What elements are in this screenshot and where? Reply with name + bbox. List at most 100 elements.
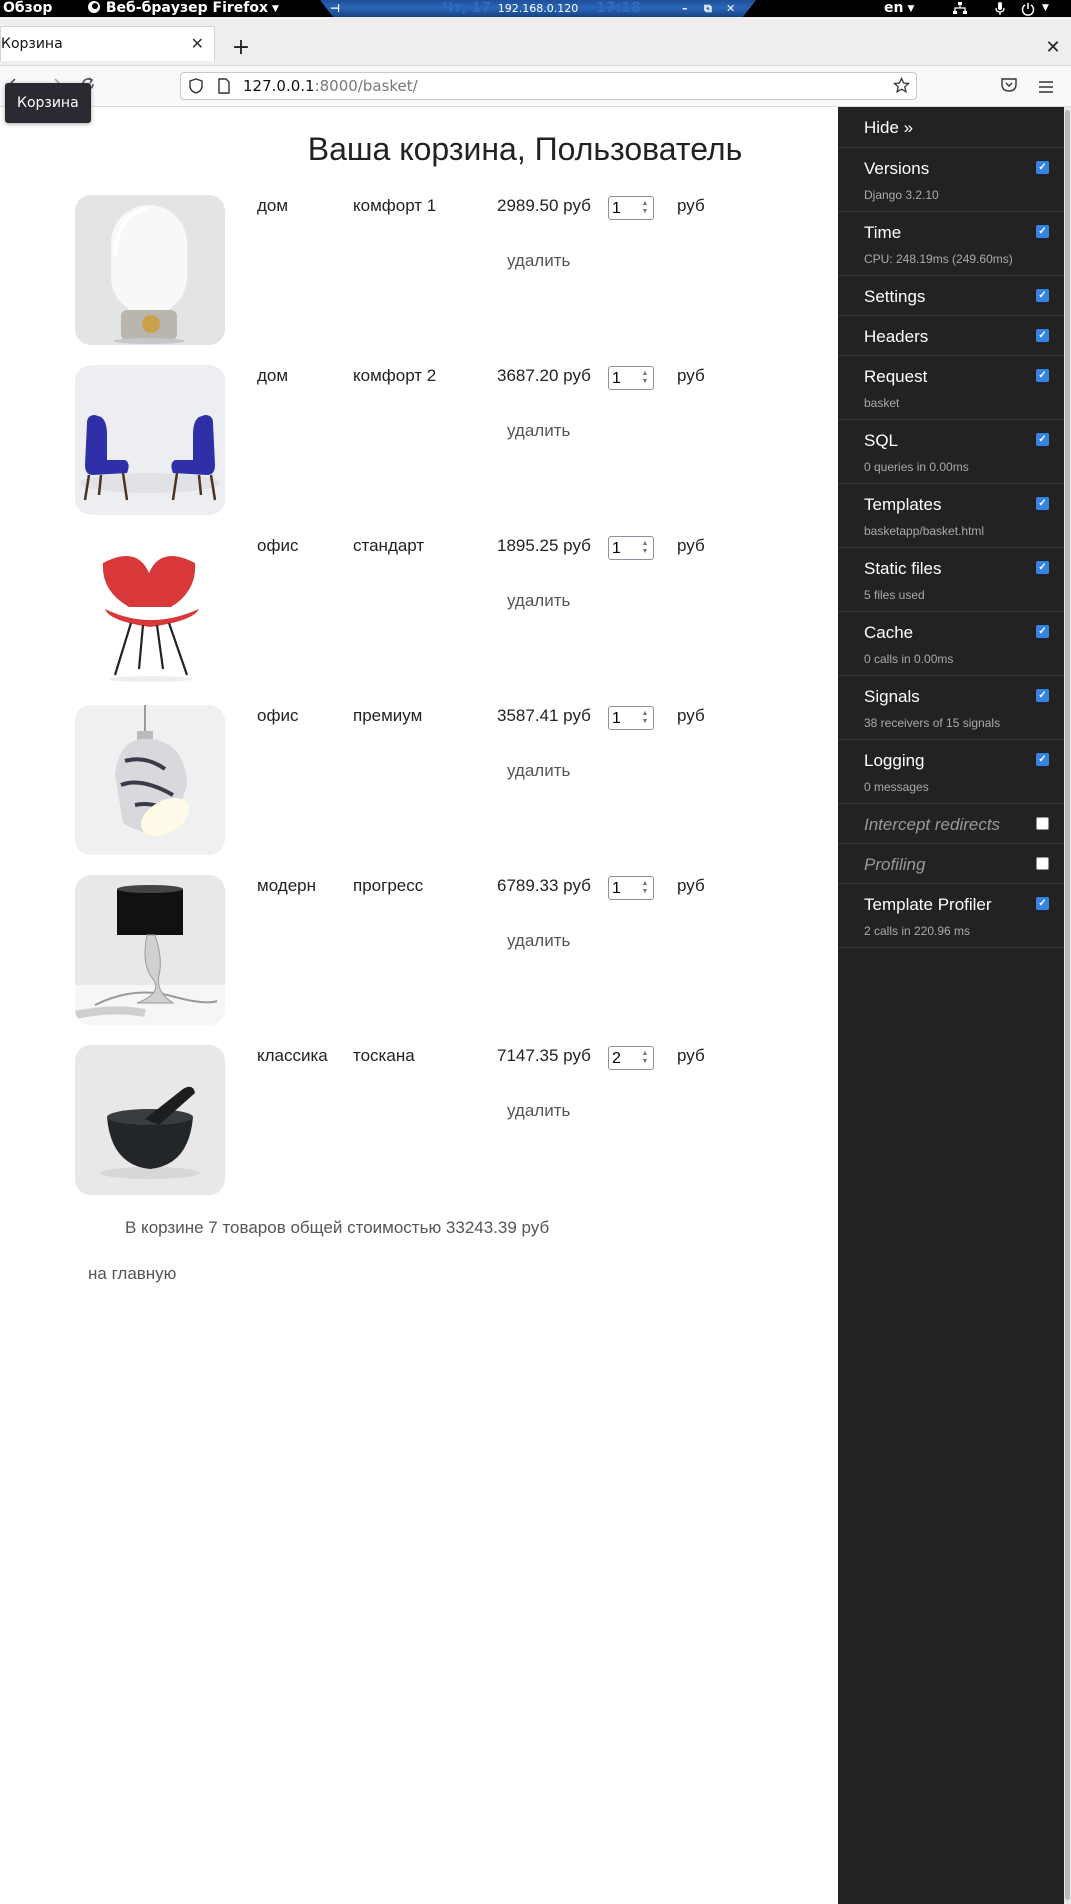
page-icon[interactable] [218,78,230,98]
language-selector[interactable]: en ▼ [884,0,914,18]
debug-toolbar: Hide » Versions Django 3.2.10 ✓ Time CPU… [838,107,1064,1904]
remove-link[interactable]: удалить [507,761,570,781]
remove-link[interactable]: удалить [507,251,570,271]
panel-subtitle: CPU: 248.19ms (249.60ms) [864,252,1013,266]
item-currency: руб [677,706,705,725]
panel-versions[interactable]: Versions Django 3.2.10 ✓ [838,148,1064,212]
url-bar[interactable]: 127.0.0.1:8000/basket/ [180,72,917,100]
panel-checkbox[interactable]: ✓ [1036,561,1049,574]
quantity-value: 1 [612,540,621,557]
item-name: стандарт [353,536,425,555]
panel-checkbox[interactable]: ✓ [1036,897,1049,910]
panel-time[interactable]: Time CPU: 248.19ms (249.60ms) ✓ [838,212,1064,276]
product-image [75,535,225,685]
quantity-stepper[interactable]: 1 ▲ ▼ [608,706,654,730]
panel-intercept-redirects[interactable]: Intercept redirects [838,804,1064,844]
app-menu-button[interactable]: Веб-браузер Firefox ▼ [87,0,279,18]
item-category: офис [257,706,299,725]
item-price: 2989.50 руб [497,196,591,215]
panel-profiling[interactable]: Profiling [838,844,1064,884]
panel-checkbox[interactable]: ✓ [1036,329,1049,342]
panel-subtitle: Django 3.2.10 [864,188,939,202]
remove-link[interactable]: удалить [507,421,570,441]
network-icon[interactable] [950,0,970,17]
panel-checkbox[interactable]: ✓ [1036,161,1049,174]
tab-title: Корзина [1,36,63,52]
panel-subtitle: 0 calls in 0.00ms [864,652,954,666]
clock-ghost-right: 17:18 [596,0,641,16]
minimize-icon[interactable]: – [682,0,688,17]
panel-checkbox[interactable]: ✓ [1036,625,1049,638]
url-text[interactable]: 127.0.0.1:8000/basket/ [243,73,418,99]
page-scrollbar[interactable] [1064,107,1071,1904]
quantity-stepper[interactable]: 2 ▲ ▼ [608,1046,654,1070]
product-image [75,195,225,345]
tab-basket[interactable]: Корзина ✕ [0,26,215,61]
panel-templates[interactable]: Templates basketapp/basket.html ✓ [838,484,1064,548]
scrollbar-thumb[interactable] [1065,110,1070,1900]
item-currency: руб [677,1046,705,1065]
spinner-arrows-icon[interactable]: ▲ ▼ [641,200,649,216]
panel-checkbox[interactable]: ✓ [1036,433,1049,446]
item-currency: руб [677,876,705,895]
language-label: en [884,0,904,16]
quantity-stepper[interactable]: 1 ▲ ▼ [608,196,654,220]
activities-button[interactable]: Обзор [3,0,52,17]
tab-close-icon[interactable]: ✕ [191,27,204,61]
basket-item: офис стандарт 1895.25 руб 1 ▲ ▼ руб удалит… [75,535,795,687]
panel-checkbox[interactable]: ✓ [1036,689,1049,702]
spinner-arrows-icon[interactable]: ▲ ▼ [641,880,649,896]
panel-sql[interactable]: SQL 0 queries in 0.00ms ✓ [838,420,1064,484]
panel-checkbox[interactable]: ✓ [1036,497,1049,510]
panel-subtitle: basketapp/basket.html [864,524,985,538]
product-image [75,875,225,1025]
spinner-arrows-icon[interactable]: ▲ ▼ [641,1050,649,1066]
panel-logging[interactable]: Logging 0 messages ✓ [838,740,1064,804]
panel-checkbox[interactable]: ✓ [1036,753,1049,766]
panel-title: Template Profiler [864,895,992,914]
spinner-arrows-icon[interactable]: ▲ ▼ [641,710,649,726]
panel-checkbox[interactable] [1036,817,1049,830]
item-price: 3687.20 руб [497,366,591,385]
panel-checkbox[interactable] [1036,857,1049,870]
new-tab-button[interactable]: + [227,34,255,62]
close-icon[interactable]: ✕ [726,0,735,17]
spinner-arrows-icon[interactable]: ▲ ▼ [641,540,649,556]
panel-headers[interactable]: Headers ✓ [838,316,1064,356]
menu-icon[interactable] [1039,78,1053,97]
window-close-button[interactable]: ✕ [1043,34,1063,62]
bookmark-star-icon[interactable] [892,76,911,98]
power-icon[interactable] [1018,0,1038,17]
quantity-value: 1 [612,370,621,387]
microphone-icon[interactable] [990,0,1010,17]
pocket-icon[interactable] [1001,77,1017,96]
panel-request[interactable]: Request basket ✓ [838,356,1064,420]
panel-template-profiler[interactable]: Template Profiler 2 calls in 220.96 ms ✓ [838,884,1064,948]
panel-static-files[interactable]: Static files 5 files used ✓ [838,548,1064,612]
chevron-down-icon[interactable]: ▼ [1042,0,1049,17]
remove-link[interactable]: удалить [507,591,570,611]
chevron-down-icon: ▼ [272,4,279,14]
panel-checkbox[interactable]: ✓ [1036,225,1049,238]
panel-title: Cache [864,623,914,642]
panel-signals[interactable]: Signals 38 receivers of 15 signals ✓ [838,676,1064,740]
quantity-stepper[interactable]: 1 ▲ ▼ [608,536,654,560]
panel-title: Time [864,223,902,242]
quantity-stepper[interactable]: 1 ▲ ▼ [608,366,654,390]
shield-icon[interactable] [189,78,203,98]
hide-toolbar-button[interactable]: Hide » [838,107,1064,148]
item-price: 7147.35 руб [497,1046,591,1065]
panel-settings[interactable]: Settings ✓ [838,276,1064,316]
spinner-arrows-icon[interactable]: ▲ ▼ [641,370,649,386]
quantity-value: 1 [612,880,621,897]
panel-checkbox[interactable]: ✓ [1036,369,1049,382]
remove-link[interactable]: удалить [507,931,570,951]
home-link[interactable]: на главную [88,1264,176,1284]
panel-checkbox[interactable]: ✓ [1036,289,1049,302]
panel-cache[interactable]: Cache 0 calls in 0.00ms ✓ [838,612,1064,676]
panel-title: Static files [864,559,942,578]
quantity-stepper[interactable]: 1 ▲ ▼ [608,876,654,900]
remove-link[interactable]: удалить [507,1101,570,1121]
restore-icon[interactable]: ⧉ [704,0,712,17]
item-category: дом [257,366,289,385]
